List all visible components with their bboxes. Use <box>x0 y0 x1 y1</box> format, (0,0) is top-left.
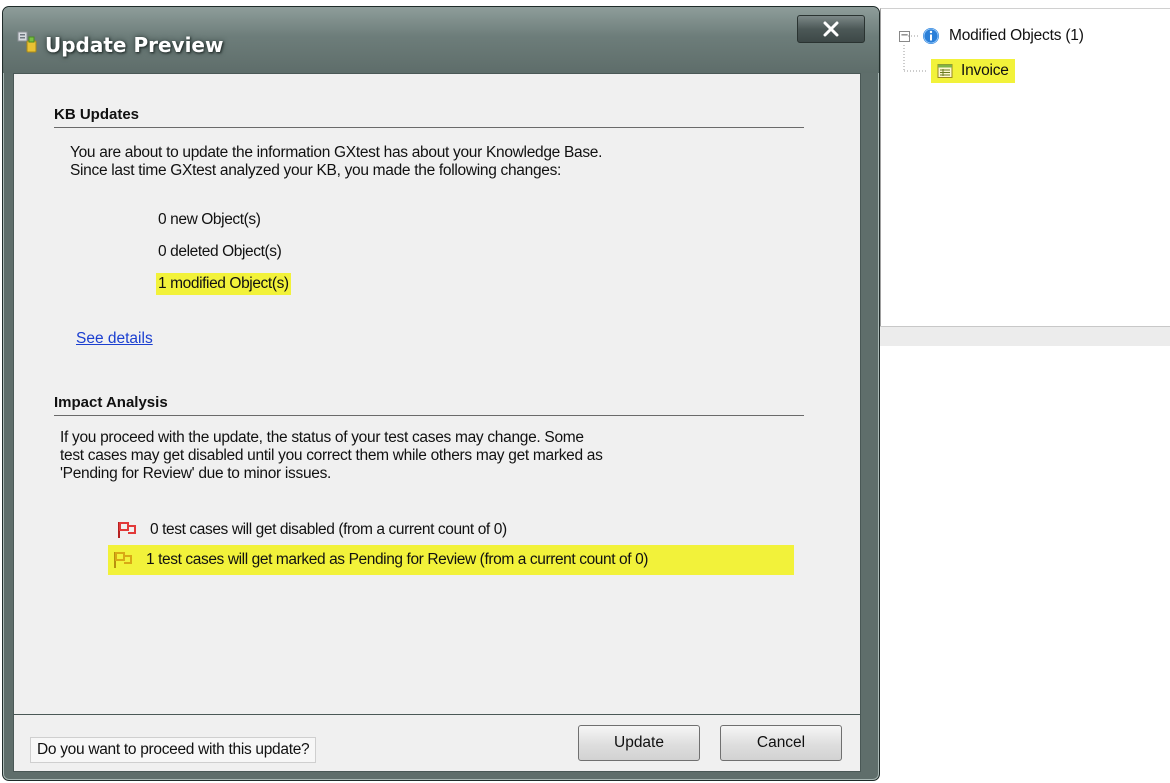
impact-analysis-heading: Impact Analysis <box>54 394 168 411</box>
new-objects-count: 0 new Object(s) <box>158 211 261 228</box>
update-button[interactable]: Update <box>578 725 700 761</box>
kb-updates-heading: KB Updates <box>54 106 140 123</box>
see-details-link[interactable]: See details <box>76 330 153 348</box>
kb-updates-divider <box>54 127 804 128</box>
impact-line-3: 'Pending for Review' due to minor issues… <box>60 465 332 482</box>
kb-intro-line-1: You are about to update the information … <box>70 144 603 161</box>
update-preview-dialog: Update Preview KB Updates You are about … <box>2 6 880 781</box>
impact-analysis-divider <box>54 415 804 416</box>
kb-intro-line-2: Since last time GXtest analyzed your KB,… <box>70 162 562 179</box>
cancel-button[interactable]: Cancel <box>720 725 842 761</box>
close-button[interactable] <box>797 15 865 43</box>
dialog-title: Update Preview <box>45 33 224 57</box>
impact-line-1: If you proceed with the update, the stat… <box>60 429 584 446</box>
impact-item-pending-text: 1 test cases will get marked as Pending … <box>146 551 649 568</box>
yellow-flag-icon <box>114 552 132 568</box>
dotted-connector <box>908 35 920 37</box>
proceed-question: Do you want to proceed with this update? <box>30 737 317 763</box>
title-bar[interactable]: Update Preview <box>3 7 879 73</box>
tree-connector-line <box>903 45 927 72</box>
tree-horizontal-scrollbar[interactable] <box>880 326 1170 346</box>
tree-root-label: Modified Objects (1) <box>949 27 1084 44</box>
tree-item-invoice-label: Invoice <box>961 62 1009 79</box>
tree-item-invoice[interactable]: Invoice <box>931 59 1015 83</box>
impact-line-2: test cases may get disabled until you co… <box>60 447 603 464</box>
gxtest-app-icon <box>17 31 37 53</box>
red-flag-icon <box>118 522 136 538</box>
dialog-footer: Do you want to proceed with this update?… <box>13 714 861 772</box>
deleted-objects-count: 0 deleted Object(s) <box>158 243 282 260</box>
info-icon <box>923 28 939 44</box>
close-icon <box>823 21 839 37</box>
impact-item-disabled-text: 0 test cases will get disabled (from a c… <box>150 521 507 538</box>
dialog-body: KB Updates You are about to update the i… <box>13 73 861 715</box>
transaction-icon <box>937 64 953 78</box>
modified-objects-count: 1 modified Object(s) <box>156 273 291 295</box>
modified-objects-tree: − Modified Objects (1) Invoice <box>880 8 1170 346</box>
impact-item-pending: 1 test cases will get marked as Pending … <box>108 545 794 575</box>
tree-root-node[interactable]: − Modified Objects (1) <box>899 27 1084 45</box>
impact-item-disabled: 0 test cases will get disabled (from a c… <box>112 515 507 545</box>
